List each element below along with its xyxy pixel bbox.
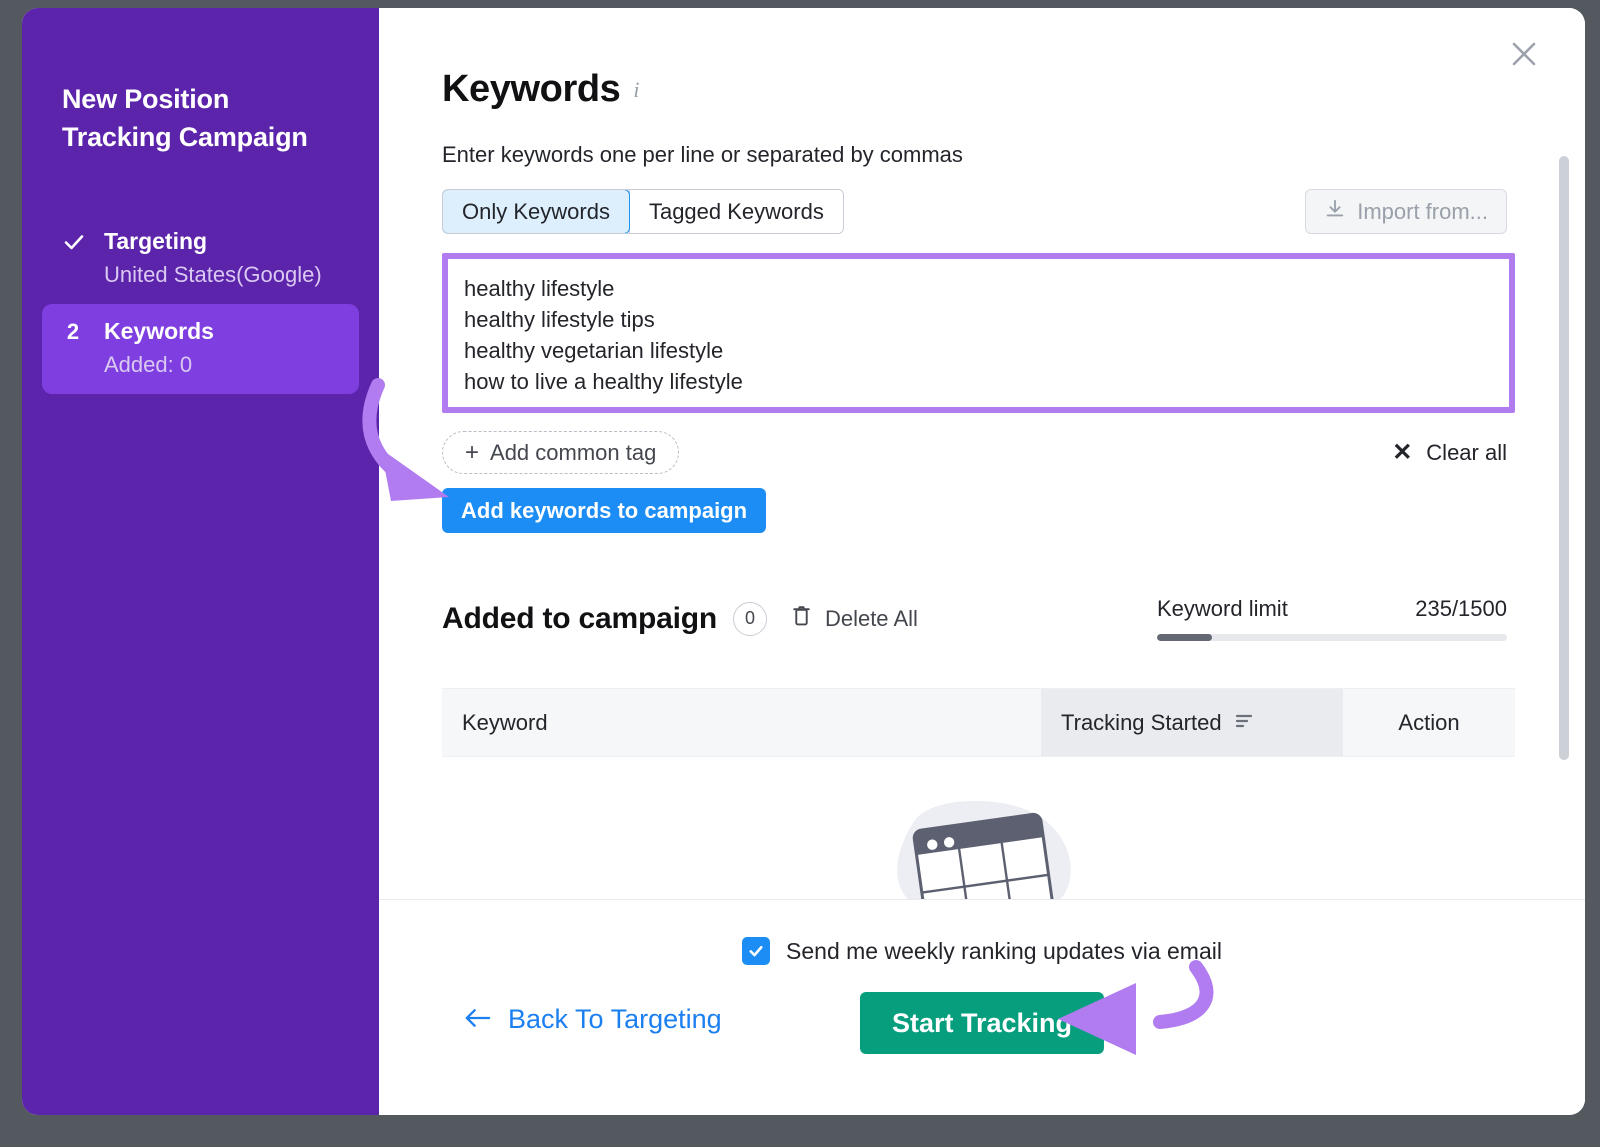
download-icon [1324, 198, 1346, 226]
check-icon [62, 230, 84, 254]
tabs-and-import-row: Only Keywords Tagged Keywords Import fro… [442, 189, 1585, 234]
table-header-keyword[interactable]: Keyword [442, 689, 1041, 756]
keywords-hint-text: Enter keywords one per line or separated… [442, 142, 1585, 168]
added-to-campaign-title: Added to campaign [442, 602, 717, 636]
keyword-limit-progress [1157, 634, 1507, 641]
table-header-tracking-started-label: Tracking Started [1061, 710, 1222, 736]
keyword-mode-segmented-control: Only Keywords Tagged Keywords [442, 189, 844, 234]
page-title-row: Keywords i [442, 8, 1585, 111]
table-header-action: Action [1343, 689, 1515, 756]
delete-all-button[interactable]: Delete All [791, 604, 918, 633]
trash-icon [791, 604, 812, 633]
sidebar-step-label-keywords: Keywords [104, 318, 214, 345]
added-count-badge: 0 [733, 602, 767, 636]
close-x-icon: ✕ [1392, 441, 1412, 465]
add-keywords-to-campaign-button[interactable]: Add keywords to campaign [442, 488, 766, 533]
footer-actions: Back To Targeting Start Tracking [379, 992, 1585, 1064]
info-icon[interactable]: i [633, 77, 639, 103]
back-to-targeting-label: Back To Targeting [508, 1004, 722, 1035]
tag-and-clear-row: + Add common tag ✕ Clear all [442, 431, 1585, 474]
added-to-campaign-row: Added to campaign 0 Delete All Keyword l… [442, 596, 1585, 641]
tab-tagged-keywords[interactable]: Tagged Keywords [630, 190, 843, 233]
back-to-targeting-button[interactable]: Back To Targeting [464, 1004, 722, 1035]
keyword-limit-top: Keyword limit 235/1500 [1157, 596, 1507, 622]
keyword-limit-progress-fill [1157, 634, 1212, 641]
step-number-2: 2 [62, 321, 84, 343]
step-header-keywords: 2 Keywords [62, 318, 339, 345]
arrow-left-icon [464, 1004, 491, 1035]
sidebar-step-sub-keywords: Added: 0 [62, 352, 339, 378]
start-tracking-button[interactable]: Start Tracking [860, 992, 1104, 1054]
table-header-tracking-started[interactable]: Tracking Started [1041, 689, 1343, 756]
weekly-email-label: Send me weekly ranking updates via email [786, 938, 1222, 965]
sidebar-step-targeting[interactable]: Targeting United States(Google) [42, 214, 359, 304]
weekly-email-row: Send me weekly ranking updates via email [379, 900, 1585, 965]
page-title: Keywords [442, 68, 620, 111]
sort-descending-icon [1234, 710, 1254, 736]
step-header-targeting: Targeting [62, 228, 339, 255]
sidebar-step-keywords[interactable]: 2 Keywords Added: 0 [42, 304, 359, 394]
sidebar-step-sub-targeting: United States(Google) [62, 262, 339, 288]
keyword-limit-block: Keyword limit 235/1500 [1157, 596, 1507, 641]
tab-only-keywords[interactable]: Only Keywords [442, 189, 630, 234]
import-from-label: Import from... [1357, 199, 1488, 225]
clear-all-button[interactable]: ✕ Clear all [1392, 440, 1507, 466]
weekly-email-checkbox[interactable] [742, 937, 770, 965]
added-keywords-table: Keyword Tracking Started Action [442, 688, 1515, 757]
keyword-limit-label: Keyword limit [1157, 596, 1288, 622]
add-common-tag-button[interactable]: + Add common tag [442, 431, 679, 474]
new-campaign-modal: New Position Tracking Campaign Targeting… [22, 8, 1585, 1115]
keywords-input[interactable] [448, 259, 1509, 402]
wizard-sidebar: New Position Tracking Campaign Targeting… [22, 8, 379, 1115]
add-common-tag-label: Add common tag [490, 440, 656, 466]
import-from-button[interactable]: Import from... [1305, 189, 1507, 234]
wizard-steps: Targeting United States(Google) 2 Keywor… [42, 214, 359, 394]
delete-all-label: Delete All [825, 606, 918, 632]
campaign-title: New Position Tracking Campaign [42, 80, 359, 156]
keyword-limit-value: 235/1500 [1415, 596, 1507, 622]
added-to-campaign-left: Added to campaign 0 Delete All [442, 602, 918, 636]
clear-all-label: Clear all [1426, 440, 1507, 466]
modal-footer: Send me weekly ranking updates via email… [379, 899, 1585, 1115]
main-panel: Keywords i Enter keywords one per line o… [379, 8, 1585, 1115]
plus-icon: + [465, 441, 479, 465]
sidebar-step-label-targeting: Targeting [104, 228, 207, 255]
keywords-textarea-highlight [442, 253, 1515, 413]
